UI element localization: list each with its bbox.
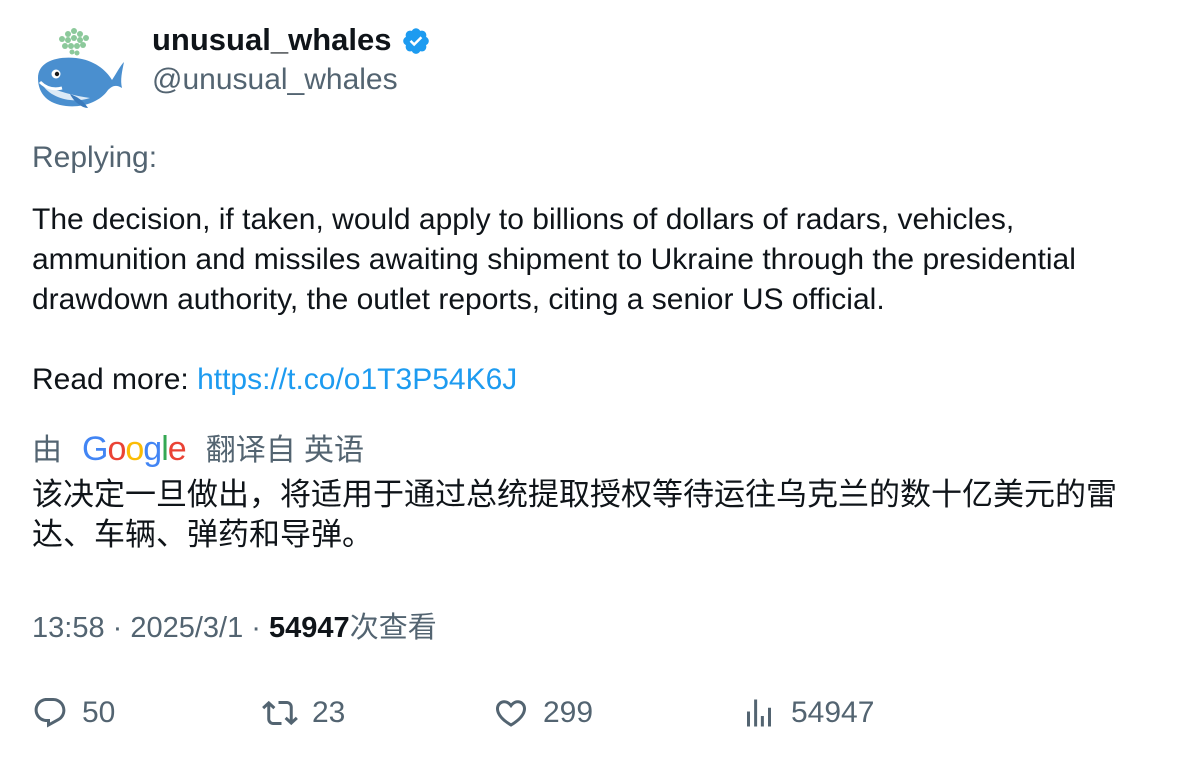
verified-badge-icon <box>403 28 430 54</box>
tweet-read-more: Read more: https://t.co/o1T3P54K6J <box>32 360 1172 400</box>
reply-icon <box>34 698 66 728</box>
translated-text: 该决定一旦做出，将适用于通过总统提取授权等待运往乌克兰的数十亿美元的雷达、车辆、… <box>32 477 1117 552</box>
like-count: 299 <box>543 696 594 729</box>
views-icon <box>747 699 771 727</box>
views-action-count: 54947 <box>791 696 875 729</box>
translation-suffix: 翻译自 英语 <box>205 434 365 467</box>
tweet-text: The decision, if taken, would apply to b… <box>32 200 1172 400</box>
retweet-icon <box>262 700 298 726</box>
author-handle[interactable]: @unusual_whales <box>152 63 398 97</box>
whale-avatar-icon <box>38 28 124 108</box>
translation-prefix: 由 <box>32 434 62 467</box>
avatar[interactable] <box>32 26 128 114</box>
replying-label: Replying: <box>32 141 158 174</box>
views-count: 54947 <box>269 612 350 644</box>
translation-attribution: 由 Google 翻译自 英语 <box>32 427 365 468</box>
tweet-link[interactable]: https://t.co/o1T3P54K6J <box>197 363 517 396</box>
read-more-label: Read more: <box>32 363 198 396</box>
meta-separator: · <box>104 612 131 644</box>
author-name-text[interactable]: unusual_whales <box>152 22 391 58</box>
views-button[interactable]: 54947 <box>741 691 874 735</box>
meta-separator: · <box>243 612 270 644</box>
tweet-paragraph: The decision, if taken, would apply to b… <box>32 203 1076 316</box>
like-icon <box>495 700 527 727</box>
google-logo: Google <box>82 429 187 468</box>
tweet-meta: 13:58 · 2025/3/1 · 54947次查看 <box>32 604 437 646</box>
author-display-name[interactable]: unusual_whales <box>152 22 431 58</box>
reply-button[interactable]: 50 <box>32 691 115 735</box>
tweet-time[interactable]: 13:58 <box>32 612 105 644</box>
action-bar: 50 23 299 54947 <box>32 691 1172 735</box>
reply-count: 50 <box>82 696 116 729</box>
like-button[interactable]: 299 <box>493 691 593 735</box>
views-label: 次查看 <box>349 612 437 644</box>
retweet-button[interactable]: 23 <box>262 691 345 735</box>
retweet-count: 23 <box>312 696 346 729</box>
tweet-date[interactable]: 2025/3/1 <box>130 612 243 644</box>
